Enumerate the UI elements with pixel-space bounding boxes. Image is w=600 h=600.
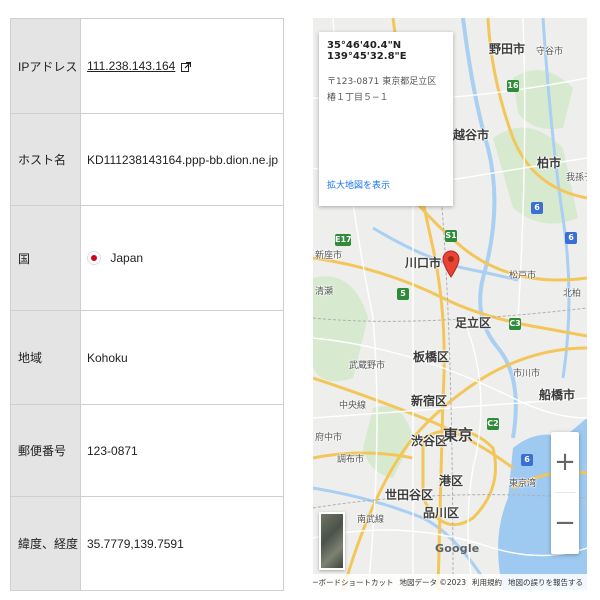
place-label: 我孫子: [566, 173, 587, 183]
ip-address-label: IPアドレス: [10, 18, 81, 114]
place-label: 港区: [439, 474, 464, 488]
place-label: 市川市: [513, 369, 541, 379]
country-label: 国: [10, 205, 81, 311]
lat-lng-label: 緯度、経度: [10, 496, 81, 591]
region-label: 地域: [10, 310, 81, 405]
place-label: 越谷市: [453, 128, 490, 142]
place-label: 東京湾: [509, 479, 537, 489]
place-label: 船橋市: [539, 388, 576, 402]
zoom-in-button[interactable]: +: [551, 432, 579, 492]
map-data-text: 地図データ ©2023: [399, 577, 466, 587]
route-shield: 16: [507, 80, 519, 92]
route-shield: E17: [335, 234, 352, 246]
route-shield: S1: [445, 230, 457, 242]
place-label: 渋谷区: [411, 434, 448, 448]
report-error-link[interactable]: 地図の誤りを報告する: [508, 577, 583, 588]
place-label: 柏市: [537, 156, 562, 170]
place-label: 品川区: [423, 506, 460, 520]
host-name-label: ホスト名: [10, 113, 81, 206]
place-label: 板橋区: [413, 350, 450, 364]
info-window-coords: 35°46'40.4"N 139°45'32.8"E: [327, 40, 407, 62]
place-label: 東京: [443, 426, 474, 444]
map-info-window: 35°46'40.4"N 139°45'32.8"E 〒123-0871 東京都…: [319, 32, 453, 206]
table-row: IPアドレス 111.238.143.164: [10, 18, 284, 114]
route-shield: 6: [565, 232, 577, 244]
postal-code-label: 郵便番号: [10, 404, 81, 497]
place-label: 府中市: [315, 433, 343, 443]
place-label: 中央線: [339, 401, 367, 411]
terms-link[interactable]: 利用規約: [472, 577, 502, 588]
country-value: Japan: [110, 250, 144, 265]
region-value: Kohoku: [80, 310, 284, 405]
place-label: 足立区: [455, 316, 492, 330]
japan-flag-icon: [87, 251, 101, 266]
google-map[interactable]: 野田市 守谷市 越谷市 柏市 我孫子 北柏 川口市 新座市 清瀬 松戸市 足立区…: [313, 18, 587, 590]
ip-address-cell: 111.238.143.164: [80, 18, 284, 114]
table-row: 国 Japan: [10, 205, 284, 311]
ip-info-table: IPアドレス 111.238.143.164 ホスト名 KD1112381431…: [10, 18, 284, 591]
ip-address-link[interactable]: 111.238.143.164: [87, 59, 175, 73]
place-label: 清瀬: [315, 287, 334, 297]
table-row: 郵便番号 123-0871: [10, 404, 284, 497]
host-name-value: KD111238143164.ppp-bb.dion.ne.jp: [80, 113, 284, 206]
place-label: 野田市: [489, 42, 526, 56]
table-row: ホスト名 KD111238143164.ppp-bb.dion.ne.jp: [10, 113, 284, 206]
place-label: 北柏: [563, 289, 582, 299]
route-shield: 6: [531, 202, 543, 214]
postal-code-value: 123-0871: [80, 404, 284, 497]
map-pin-icon[interactable]: [442, 250, 460, 278]
route-shield: C3: [509, 318, 521, 330]
table-row: 緯度、経度 35.7779,139.7591: [10, 496, 284, 591]
route-shield: C2: [487, 418, 499, 430]
route-shield: 5: [397, 288, 409, 300]
keyboard-shortcuts-link[interactable]: キーボードショートカット: [313, 577, 394, 588]
info-window-address: 〒123-0871 東京都足立区椿１丁目５−１: [327, 77, 437, 103]
lat-lng-value: 35.7779,139.7591: [80, 496, 284, 591]
place-label: 武蔵野市: [349, 361, 386, 371]
table-row: 地域 Kohoku: [10, 310, 284, 405]
place-label: 川口市: [405, 256, 442, 270]
place-label: 新宿区: [411, 394, 448, 408]
satellite-toggle-button[interactable]: [319, 512, 345, 570]
google-logo: Google: [435, 542, 480, 555]
place-label: 世田谷区: [385, 488, 434, 502]
route-shield: 6: [521, 454, 533, 466]
place-label: 松戸市: [509, 271, 537, 281]
country-cell: Japan: [80, 205, 284, 311]
external-link-icon[interactable]: [180, 62, 191, 72]
place-label: 調布市: [337, 455, 365, 465]
place-label: 南武線: [357, 515, 385, 525]
map-attribution-bar: キーボードショートカット 地図データ ©2023 利用規約 地図の誤りを報告する: [313, 574, 587, 590]
zoom-controls: + −: [551, 432, 579, 554]
zoom-out-button[interactable]: −: [551, 493, 579, 553]
place-label: 新座市: [315, 251, 343, 261]
larger-map-link[interactable]: 拡大地図を表示: [327, 178, 390, 191]
place-label: 守谷市: [536, 47, 564, 57]
